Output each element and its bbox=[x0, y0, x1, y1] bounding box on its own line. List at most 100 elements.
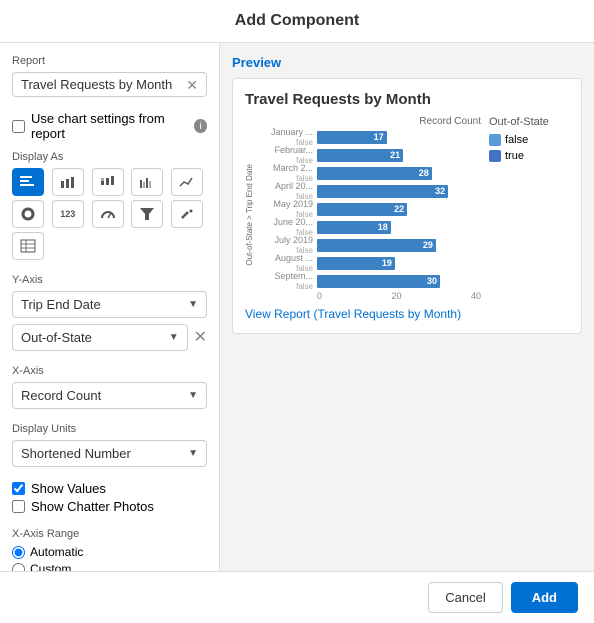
tick-40: 40 bbox=[471, 291, 481, 301]
right-panel: Preview Travel Requests by Month Record … bbox=[220, 43, 594, 571]
display-btn-donut[interactable] bbox=[12, 200, 44, 228]
chart-main: Record Count Out-of-State > Trip End Dat… bbox=[245, 116, 481, 321]
tick-20: 20 bbox=[391, 291, 401, 301]
preview-label: Preview bbox=[232, 55, 582, 70]
bar-wrap: 21 bbox=[317, 149, 481, 162]
radio-custom-label: Custom bbox=[30, 562, 71, 571]
display-btn-table[interactable] bbox=[12, 232, 44, 260]
radio-automatic-label: Automatic bbox=[30, 545, 83, 559]
bar-fill: 29 bbox=[317, 239, 436, 252]
display-btn-stacked-bar[interactable] bbox=[92, 168, 124, 196]
bar-fill: 30 bbox=[317, 275, 440, 288]
display-type-grid bbox=[12, 168, 207, 196]
display-type-grid-3 bbox=[12, 232, 207, 260]
report-clear-icon[interactable]: ✕ bbox=[186, 78, 198, 92]
bar-value-label: 22 bbox=[394, 204, 404, 214]
use-chart-checkbox[interactable] bbox=[12, 120, 25, 133]
y-axis-1-select[interactable]: Trip End Date ▼ bbox=[12, 291, 207, 318]
x-axis-header: Record Count bbox=[245, 116, 481, 127]
bar-row: March 2...false 28 bbox=[261, 165, 481, 181]
y-axis-1-row: Trip End Date ▼ bbox=[12, 291, 207, 318]
display-type-grid-2: 123 bbox=[12, 200, 207, 228]
bar-wrap: 22 bbox=[317, 203, 481, 216]
bar-label: Februar...false bbox=[261, 145, 313, 165]
cancel-button[interactable]: Cancel bbox=[428, 582, 502, 613]
y-axis-1-arrow-icon: ▼ bbox=[188, 299, 198, 310]
display-units-arrow-icon: ▼ bbox=[188, 448, 198, 459]
y-axis-2-value: Out-of-State bbox=[21, 330, 165, 345]
legend-color-false bbox=[489, 134, 501, 146]
bar-fill: 21 bbox=[317, 149, 403, 162]
bar-wrap: 17 bbox=[317, 131, 481, 144]
bar-value-label: 21 bbox=[390, 150, 400, 160]
display-btn-scatter[interactable] bbox=[171, 200, 203, 228]
display-btn-horizontal-bar[interactable] bbox=[12, 168, 44, 196]
display-btn-gauge[interactable] bbox=[92, 200, 124, 228]
display-units-select[interactable]: Shortened Number ▼ bbox=[12, 440, 207, 467]
display-as-section: Display As bbox=[12, 151, 207, 260]
chart-legend: Out-of-State false true bbox=[489, 116, 569, 321]
bar-value-label: 32 bbox=[435, 186, 445, 196]
bar-fill: 32 bbox=[317, 185, 448, 198]
use-chart-label: Use chart settings from report bbox=[31, 111, 188, 141]
y-axis-label: Y-Axis bbox=[12, 274, 207, 286]
show-chatter-checkbox[interactable] bbox=[12, 500, 25, 513]
bar-row: January ...false 17 bbox=[261, 129, 481, 145]
show-values-row: Show Values bbox=[12, 481, 207, 496]
bar-label: June 20...false bbox=[261, 217, 313, 237]
show-chatter-label: Show Chatter Photos bbox=[31, 499, 154, 514]
bar-row: June 20...false 18 bbox=[261, 219, 481, 235]
bar-chart-area: January ...false 17 Februar...false 21 March… bbox=[261, 129, 481, 301]
dialog-title: Add Component bbox=[0, 0, 594, 43]
bar-label: July 2019false bbox=[261, 235, 313, 255]
bar-label: May 2019false bbox=[261, 199, 313, 219]
info-icon[interactable]: i bbox=[194, 119, 207, 133]
bar-wrap: 30 bbox=[317, 275, 481, 288]
display-btn-funnel[interactable] bbox=[131, 200, 163, 228]
display-btn-line[interactable] bbox=[171, 168, 203, 196]
options-section: Show Values Show Chatter Photos bbox=[12, 481, 207, 514]
y-axis-section: Y-Axis Trip End Date ▼ Out-of-State ▼ ✕ bbox=[12, 274, 207, 351]
radio-automatic-row: Automatic bbox=[12, 545, 207, 559]
use-chart-row: Use chart settings from report i bbox=[12, 111, 207, 141]
legend-item-true: true bbox=[489, 150, 569, 162]
add-button[interactable]: Add bbox=[511, 582, 578, 613]
legend-color-true bbox=[489, 150, 501, 162]
x-axis-section: X-Axis Record Count ▼ bbox=[12, 365, 207, 409]
show-values-checkbox[interactable] bbox=[12, 482, 25, 495]
x-axis-select[interactable]: Record Count ▼ bbox=[12, 382, 207, 409]
bar-label: January ...false bbox=[261, 127, 313, 147]
x-axis-range-section: X-Axis Range Automatic Custom bbox=[12, 528, 207, 571]
bar-wrap: 18 bbox=[317, 221, 481, 234]
bar-label: August ...false bbox=[261, 253, 313, 273]
report-section: Report Travel Requests by Month ✕ bbox=[12, 55, 207, 97]
bar-fill: 28 bbox=[317, 167, 432, 180]
x-axis-range-label: X-Axis Range bbox=[12, 528, 207, 540]
view-report-link[interactable]: View Report (Travel Requests by Month) bbox=[245, 307, 481, 321]
y-axis-2-remove-icon[interactable]: ✕ bbox=[194, 330, 207, 346]
show-chatter-row: Show Chatter Photos bbox=[12, 499, 207, 514]
x-axis-arrow-icon: ▼ bbox=[188, 390, 198, 401]
bar-label: Septem...false bbox=[261, 271, 313, 291]
y-axis-2-select[interactable]: Out-of-State ▼ bbox=[12, 324, 188, 351]
display-btn-vertical-bar[interactable] bbox=[52, 168, 84, 196]
bar-value-label: 17 bbox=[374, 132, 384, 142]
chart-area: Record Count Out-of-State > Trip End Dat… bbox=[245, 116, 569, 321]
x-axis-value: Record Count bbox=[21, 388, 184, 403]
bar-value-label: 30 bbox=[427, 276, 437, 286]
bar-row: May 2019false 22 bbox=[261, 201, 481, 217]
bar-wrap: 29 bbox=[317, 239, 481, 252]
report-input[interactable]: Travel Requests by Month ✕ bbox=[12, 72, 207, 97]
x-axis-label: X-Axis bbox=[12, 365, 207, 377]
legend-title: Out-of-State bbox=[489, 116, 569, 128]
radio-automatic[interactable] bbox=[12, 546, 25, 559]
bar-label: March 2...false bbox=[261, 163, 313, 183]
bar-row: August ...false19 bbox=[261, 255, 481, 271]
display-btn-number[interactable]: 123 bbox=[52, 200, 84, 228]
bar-fill: 22 bbox=[317, 203, 407, 216]
bar-row: Februar...false 21 bbox=[261, 147, 481, 163]
bar-fill: 17 bbox=[317, 131, 387, 144]
y-axis-2-arrow-icon: ▼ bbox=[169, 332, 179, 343]
display-btn-grouped-bar[interactable] bbox=[131, 168, 163, 196]
radio-custom[interactable] bbox=[12, 563, 25, 572]
